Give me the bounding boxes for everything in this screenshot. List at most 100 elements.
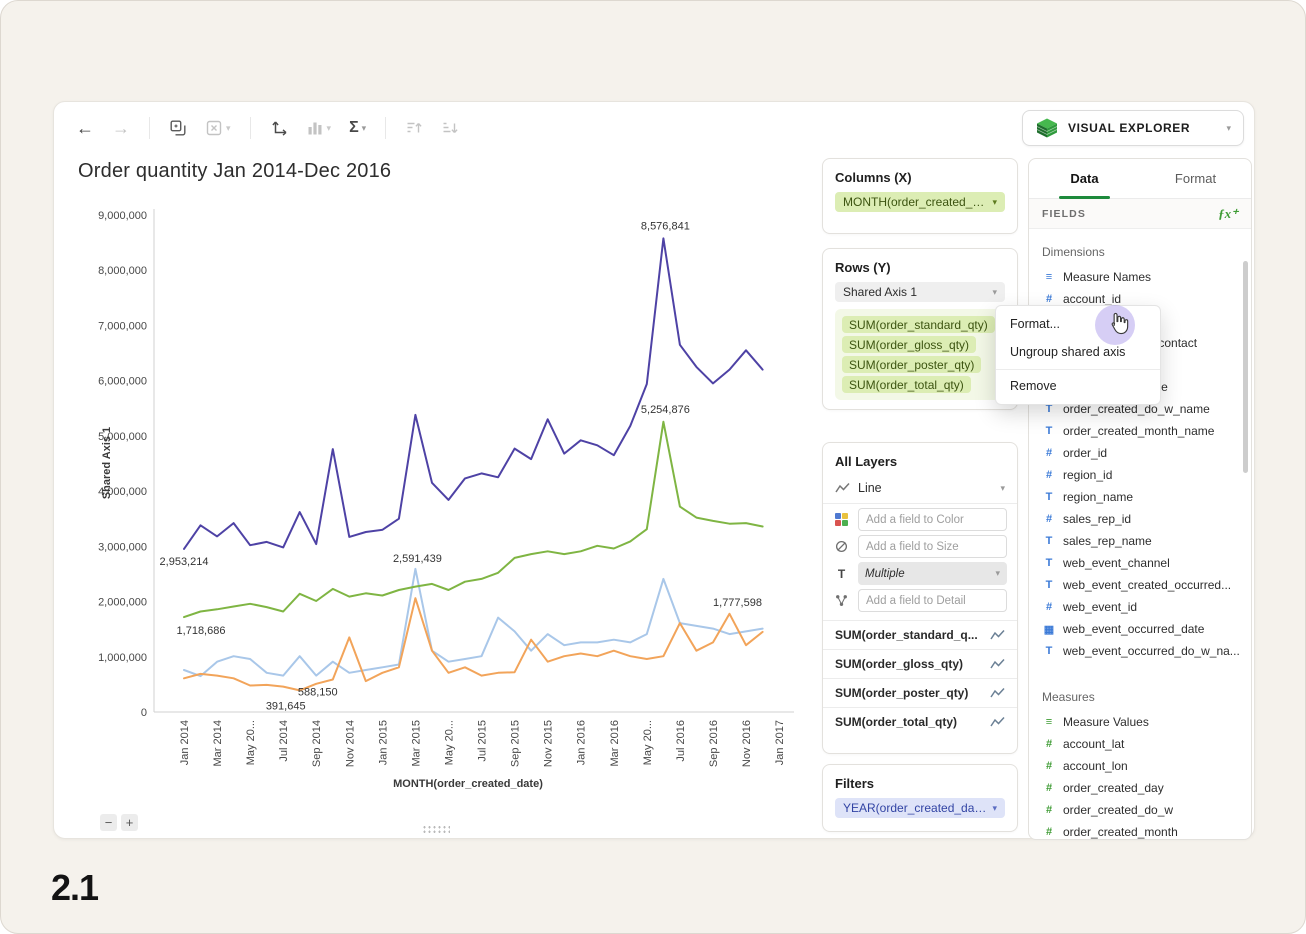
svg-text:Mar 2014: Mar 2014 (212, 720, 224, 766)
text-field-dropdown[interactable]: Multiple ▾ (858, 562, 1007, 585)
caret-down-icon: ▾ (327, 124, 332, 133)
add-calculation-icon[interactable]: ƒx⁺ (1218, 206, 1238, 222)
swap-axes-button[interactable] (270, 119, 288, 137)
svg-text:Nov 2015: Nov 2015 (543, 720, 555, 767)
context-menu-item[interactable]: Remove (996, 369, 1160, 400)
field-label: order_id (1063, 446, 1107, 460)
dimension-item[interactable]: ▦ web_event_occurred_date (1042, 618, 1251, 640)
field-type-icon: # (1042, 469, 1056, 481)
measure-item[interactable]: # order_created_day (1042, 777, 1251, 799)
resize-handle[interactable] (422, 825, 450, 834)
text-field-value: Multiple (865, 568, 905, 580)
layer-field-row[interactable]: SUM(order_total_qty) (823, 707, 1017, 736)
svg-text:Jan 2014: Jan 2014 (179, 720, 191, 765)
dimension-item[interactable]: T region_name (1042, 486, 1251, 508)
measure-item[interactable]: # order_created_month (1042, 821, 1251, 840)
panel-tab-label: Format (1175, 171, 1216, 186)
svg-text:5,254,876: 5,254,876 (641, 404, 690, 416)
svg-text:588,150: 588,150 (298, 687, 338, 699)
row-pill[interactable]: SUM(order_gloss_qty) (842, 336, 976, 353)
svg-text:0: 0 (141, 707, 147, 719)
panel-tab[interactable]: Format (1140, 159, 1251, 198)
svg-text:Jul 2014: Jul 2014 (278, 720, 290, 762)
forward-button[interactable]: → (112, 119, 130, 137)
svg-text:3,000,000: 3,000,000 (98, 541, 147, 553)
panel-tabs: Data Format (1029, 159, 1251, 199)
field-label: web_event_occurred_do_w_na... (1063, 644, 1240, 658)
context-menu-item[interactable]: Ungroup shared axis (996, 338, 1160, 366)
forward-icon: → (112, 119, 130, 137)
text-icon: T (833, 567, 850, 581)
svg-text:May 20...: May 20... (443, 720, 455, 765)
svg-text:May 20...: May 20... (642, 720, 654, 765)
field-type-icon: # (1042, 293, 1056, 305)
sort-descending-button[interactable] (441, 119, 459, 137)
row-pill[interactable]: SUM(order_standard_qty) (842, 316, 995, 333)
dimension-item[interactable]: T web_event_created_occurred... (1042, 574, 1251, 596)
panel-tab[interactable]: Data (1029, 159, 1140, 198)
zoom-out-button[interactable]: − (100, 814, 117, 831)
svg-text:1,000,000: 1,000,000 (98, 652, 147, 664)
line-chart[interactable]: 01,000,0002,000,0003,000,0004,000,0005,0… (94, 207, 814, 807)
caret-down-icon: ▾ (995, 569, 1000, 578)
dimension-item[interactable]: # order_id (1042, 442, 1251, 464)
row-pill[interactable]: SUM(order_poster_qty) (842, 356, 981, 373)
measure-item[interactable]: # order_created_do_w (1042, 799, 1251, 821)
dimension-item[interactable]: T sales_rep_name (1042, 530, 1251, 552)
shared-axis-dropdown[interactable]: Shared Axis 1 ▾ (835, 282, 1005, 302)
measure-item[interactable]: # account_lat (1042, 733, 1251, 755)
sparkline-icon (990, 716, 1005, 728)
field-label: order_created_day (1063, 781, 1164, 795)
color-field-input[interactable]: Add a field to Color (858, 508, 1007, 531)
detail-field-input[interactable]: Add a field to Detail (858, 589, 1007, 612)
measures-list: ≡ Measure Values # account_lat # account… (1042, 711, 1251, 840)
fields-header: FIELDS ƒx⁺ (1029, 199, 1251, 229)
dimension-item[interactable]: ≡ Measure Names (1042, 266, 1251, 288)
measure-item[interactable]: ≡ Measure Values (1042, 711, 1251, 733)
clear-chart-button[interactable]: ▾ (205, 119, 231, 137)
columns-pill[interactable]: MONTH(order_created_d... ▾ (835, 192, 1005, 212)
toolbar-divider (149, 117, 150, 139)
rows-shelf-title: Rows (Y) (823, 249, 1017, 282)
context-menu-item[interactable]: Format... (996, 310, 1160, 338)
svg-text:MONTH(order_created_date): MONTH(order_created_date) (393, 778, 543, 790)
dimension-item[interactable]: T web_event_channel (1042, 552, 1251, 574)
back-icon: ← (76, 119, 94, 137)
layer-field-row[interactable]: SUM(order_gloss_qty) (823, 649, 1017, 678)
filter-pill[interactable]: YEAR(order_created_date) ▾ (835, 798, 1005, 818)
field-type-icon: T (1042, 425, 1056, 437)
layer-field-row[interactable]: SUM(order_poster_qty) (823, 678, 1017, 707)
field-type-icon: T (1042, 645, 1056, 657)
scrollbar-thumb[interactable] (1243, 261, 1248, 473)
canvas-background: ← → ▾ ▾ Σ ▾ (0, 0, 1306, 934)
size-field-input[interactable]: Add a field to Size (858, 535, 1007, 558)
svg-text:Sep 2016: Sep 2016 (708, 720, 720, 767)
svg-text:Nov 2016: Nov 2016 (741, 720, 753, 767)
dimension-item[interactable]: T web_event_occurred_do_w_na... (1042, 640, 1251, 662)
row-pill-label: SUM(order_poster_qty) (849, 358, 974, 372)
svg-text:Shared Axis 1: Shared Axis 1 (101, 427, 113, 499)
svg-text:Mar 2016: Mar 2016 (609, 720, 621, 766)
dimension-item[interactable]: # sales_rep_id (1042, 508, 1251, 530)
zoom-in-button[interactable]: + (121, 814, 138, 831)
row-pill[interactable]: SUM(order_total_qty) (842, 376, 971, 393)
dimensions-label: Dimensions (1042, 245, 1251, 259)
layer-field-row[interactable]: SUM(order_standard_q... (823, 620, 1017, 649)
dimension-item[interactable]: T order_created_month_name (1042, 420, 1251, 442)
field-label: region_name (1063, 490, 1133, 504)
visual-explorer-button[interactable]: VISUAL EXPLORER ▾ (1022, 110, 1244, 146)
layer-type-dropdown[interactable]: Line ▾ (823, 476, 1017, 504)
back-button[interactable]: ← (76, 119, 94, 137)
layer-field-label: SUM(order_total_qty) (835, 715, 957, 729)
bar-chart-icon (306, 119, 324, 137)
dimension-item[interactable]: # region_id (1042, 464, 1251, 486)
aggregate-button[interactable]: Σ ▾ (349, 119, 366, 137)
visual-explorer-label: VISUAL EXPLORER (1068, 121, 1217, 135)
measure-item[interactable]: # account_lon (1042, 755, 1251, 777)
field-type-icon: ▦ (1042, 623, 1056, 636)
svg-text:Jan 2017: Jan 2017 (774, 720, 786, 765)
chart-type-button[interactable]: ▾ (306, 119, 332, 137)
dimension-item[interactable]: # web_event_id (1042, 596, 1251, 618)
duplicate-chart-button[interactable] (169, 119, 187, 137)
sort-ascending-button[interactable] (405, 119, 423, 137)
